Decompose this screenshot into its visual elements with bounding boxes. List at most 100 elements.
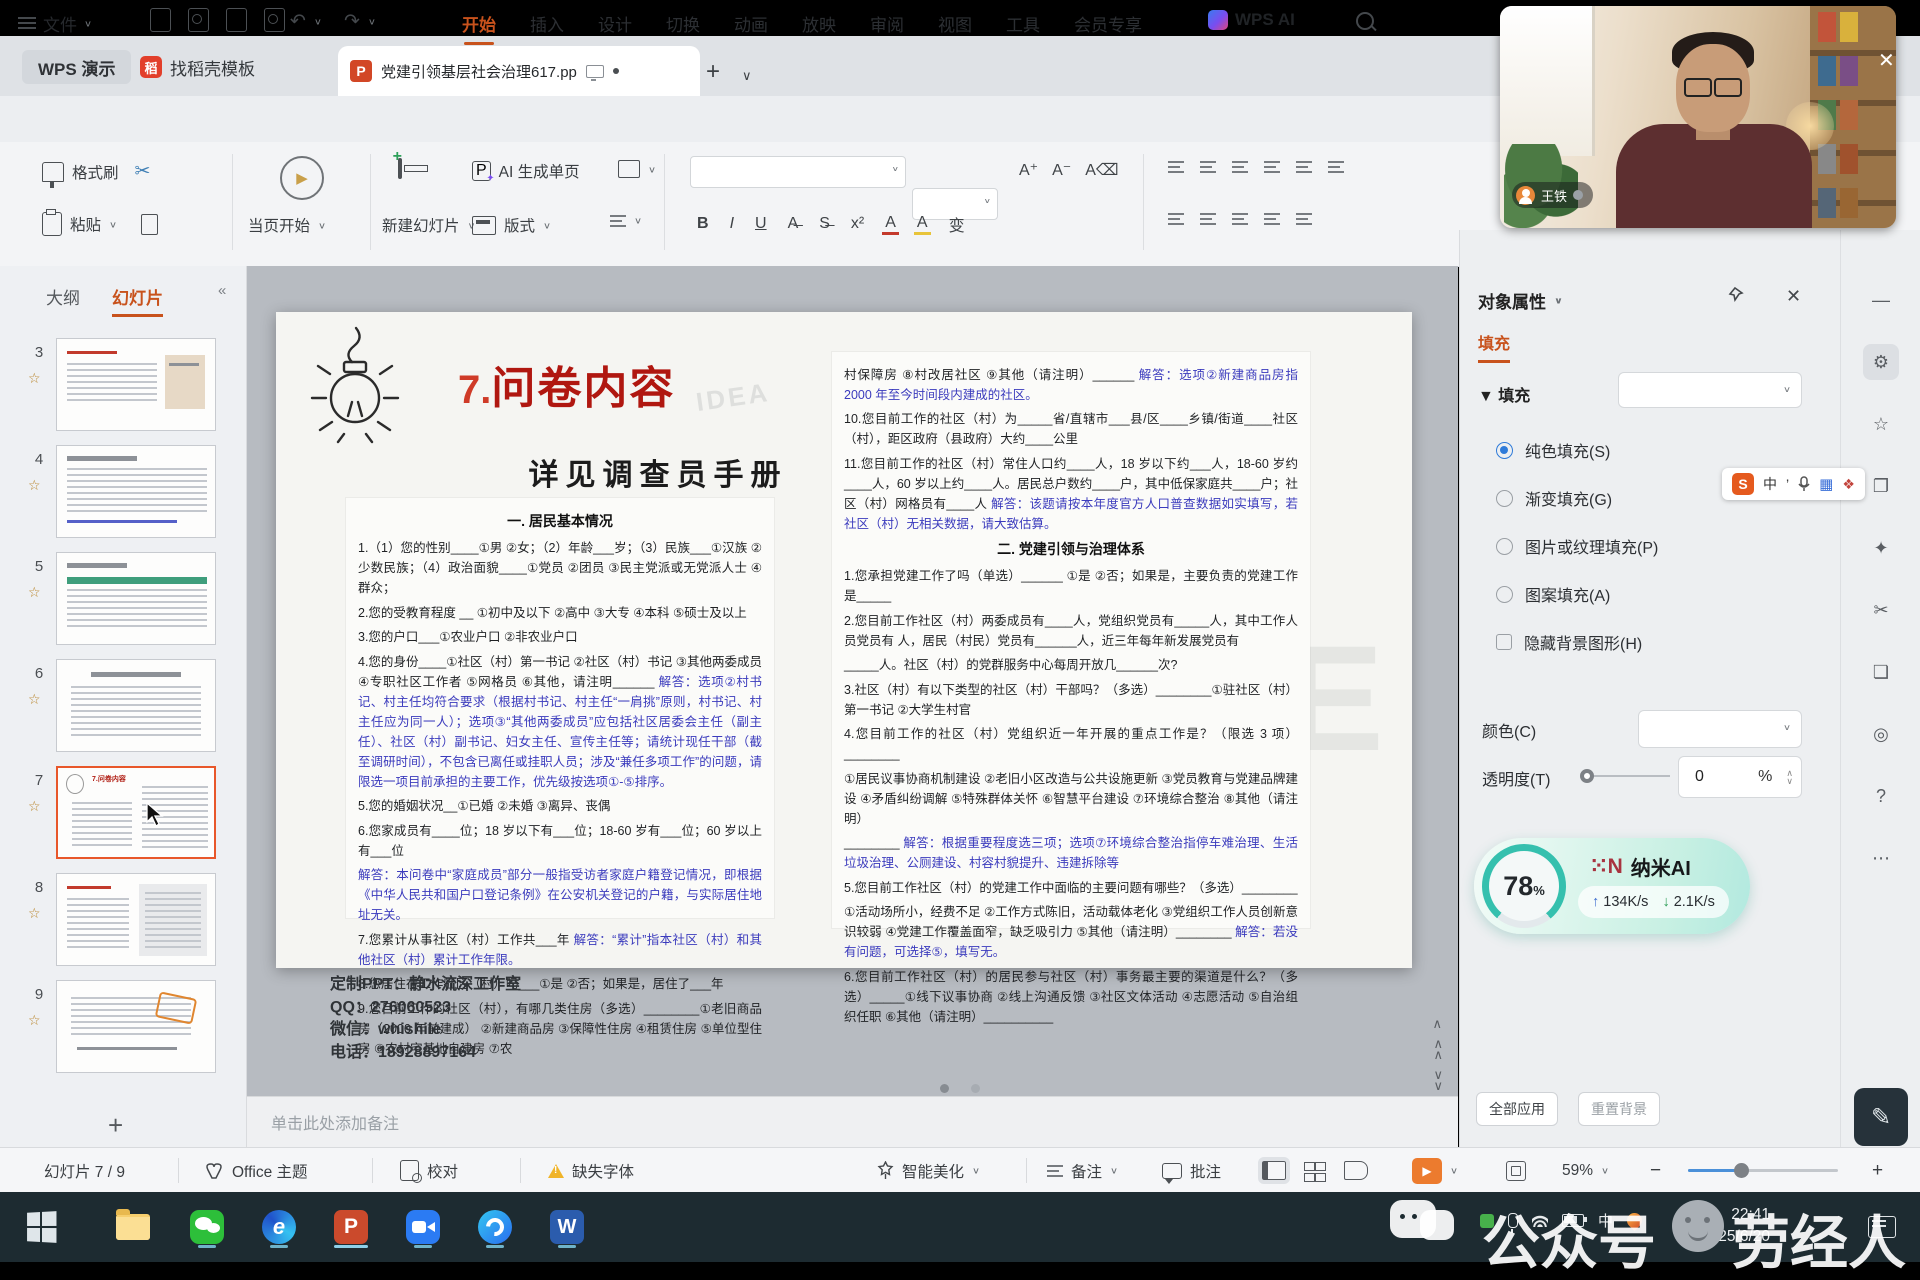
highlight-color-icon[interactable]: A — [914, 214, 931, 235]
file-menu-button[interactable]: 文件 ∨ — [18, 8, 92, 38]
find-icon[interactable]: ◎ — [1863, 716, 1899, 752]
new-tab-button[interactable]: + — [706, 62, 720, 82]
indent-icon[interactable] — [1264, 160, 1280, 173]
collapse-panel-icon[interactable]: « — [218, 282, 226, 299]
fill-section-header[interactable]: ▼ 填充 — [1478, 382, 1530, 406]
strikethrough-icon[interactable]: A̶ — [785, 215, 802, 233]
app-tab[interactable]: WPS 演示 — [22, 50, 131, 84]
fill-option-4[interactable]: 图案填充(A) — [1496, 582, 1610, 606]
align-left-icon[interactable] — [1168, 212, 1184, 225]
distribute-icon[interactable] — [1296, 212, 1312, 225]
cut-icon[interactable]: ✂ — [135, 160, 151, 183]
taskbar-powerpoint-icon[interactable]: P — [330, 1206, 372, 1248]
color-dropdown[interactable]: ∨ — [1638, 710, 1802, 748]
menu-item-会员专享[interactable]: 会员专享 — [1074, 11, 1142, 36]
taskbar-explorer-icon[interactable] — [112, 1206, 154, 1248]
taskbar-edge-icon[interactable]: e — [258, 1206, 300, 1248]
menu-item-切换[interactable]: 切换 — [666, 11, 700, 36]
slide-7[interactable]: 7.问卷内容 详见调查员手册 IDEA E 一. 居民基本情况1.（1）您的性别… — [276, 312, 1412, 968]
apply-all-button[interactable]: 全部应用 — [1476, 1092, 1558, 1126]
wps-ai-button[interactable]: WPS AI — [1208, 10, 1295, 30]
transparency-spinner[interactable]: 0 % ∧∨ — [1678, 756, 1802, 798]
keyboard-icon[interactable]: ▦ — [1819, 475, 1833, 493]
print-icon[interactable] — [226, 8, 247, 32]
document-tab[interactable]: P 党建引领基层社会治理617.pp — [338, 46, 700, 96]
clipboard-icon[interactable]: ❐ — [1863, 468, 1899, 504]
minimize-icon[interactable]: — — [1863, 282, 1899, 318]
zoom-slider[interactable] — [1688, 1148, 1838, 1193]
underline-icon[interactable]: U — [752, 215, 770, 233]
fill-option-2[interactable]: 渐变填充(G) — [1496, 486, 1612, 510]
fill-option-1[interactable]: 纯色填充(S) — [1496, 438, 1610, 462]
notes-bar[interactable]: 单击此处添加备注 — [247, 1096, 1458, 1147]
fill-preset-dropdown[interactable]: ∨ — [1618, 372, 1802, 408]
shadow-icon[interactable]: S̶ — [816, 215, 833, 233]
menu-item-放映[interactable]: 放映 — [802, 11, 836, 36]
mic-icon[interactable] — [1798, 476, 1810, 492]
layout-button[interactable]: 版式∨ — [472, 214, 551, 236]
align-right-icon[interactable] — [1232, 212, 1248, 225]
save-icon[interactable] — [150, 8, 171, 32]
fill-option-5[interactable]: 隐藏背景图形(H) — [1496, 630, 1642, 654]
slide-thumbnail-4[interactable] — [56, 445, 216, 538]
close-panel-icon[interactable]: ✕ — [1786, 286, 1801, 307]
theme-button[interactable]: Office 主题 — [204, 1148, 308, 1193]
menu-item-动画[interactable]: 动画 — [734, 11, 768, 36]
fit-slide-button[interactable] — [1506, 1148, 1526, 1193]
spin-down-icon[interactable]: ∨ — [1786, 777, 1793, 785]
taskbar-quark-icon[interactable] — [474, 1206, 516, 1248]
zoom-out-button[interactable]: − — [1650, 1148, 1661, 1193]
handwriting-input-button[interactable]: ✎ — [1854, 1088, 1908, 1146]
panel-tab-大纲[interactable]: 大纲 — [46, 284, 80, 309]
close-icon[interactable]: ✕ — [1878, 48, 1895, 73]
pinyin-icon[interactable]: 变 — [946, 212, 968, 236]
justify-icon[interactable] — [1264, 212, 1280, 225]
proofing-button[interactable]: 校对 — [400, 1148, 458, 1193]
docer-tab[interactable]: 稻 找稻壳模板 — [140, 50, 255, 84]
numbered-list-icon[interactable] — [1200, 160, 1216, 173]
add-slide-button[interactable]: + — [108, 1110, 123, 1141]
help-icon[interactable]: ? — [1863, 778, 1899, 814]
menu-item-审阅[interactable]: 审阅 — [870, 11, 904, 36]
slide-thumbnail-8[interactable] — [56, 873, 216, 966]
menu-item-插入[interactable]: 插入 — [530, 11, 564, 36]
reset-background-button[interactable]: 重置背景 — [1578, 1092, 1660, 1126]
ime-tools-icon[interactable]: ❖ — [1842, 476, 1855, 493]
zoom-in-button[interactable]: + — [1872, 1148, 1883, 1193]
text-columns-icon[interactable] — [1328, 160, 1344, 173]
new-slide-icon[interactable] — [398, 160, 402, 178]
smart-tools-icon[interactable]: ✦ — [1863, 530, 1899, 566]
panel-tab-幻灯片[interactable]: 幻灯片 — [112, 284, 163, 309]
undo-icon[interactable]: ↶ — [290, 10, 306, 33]
clear-format-icon[interactable]: A⌫ — [1082, 160, 1121, 180]
outline-level-button[interactable]: ∨ — [610, 214, 642, 227]
bold-icon[interactable]: B — [694, 215, 712, 233]
smart-beautify-button[interactable]: 智能美化∨ — [877, 1148, 980, 1193]
slide-thumbnail-3[interactable] — [56, 338, 216, 431]
next-slide-icon[interactable]: ∨∨ — [1432, 1069, 1442, 1091]
reading-view-icon[interactable] — [1344, 1161, 1368, 1180]
menu-item-视图[interactable]: 视图 — [938, 11, 972, 36]
from-template-button[interactable]: ∨ — [618, 160, 656, 178]
scroll-up-icon[interactable]: ∧ — [1432, 1018, 1442, 1029]
play-from-current-button[interactable]: 当页开始∨ — [248, 214, 326, 236]
taskbar-word-icon[interactable]: W — [546, 1206, 588, 1248]
align-center-icon[interactable] — [1200, 212, 1216, 225]
notes-button[interactable]: 备注∨ — [1047, 1148, 1118, 1193]
menu-item-工具[interactable]: 工具 — [1006, 11, 1040, 36]
fill-tab[interactable]: 填充 — [1478, 330, 1510, 363]
slideshow-button[interactable]: ▶∨ — [1412, 1148, 1458, 1193]
output-icon[interactable] — [188, 8, 209, 32]
decrease-font-icon[interactable]: A⁻ — [1049, 160, 1074, 180]
taskbar-meeting-icon[interactable] — [402, 1206, 444, 1248]
cut-assist-icon[interactable]: ✂ — [1863, 592, 1899, 628]
search-icon[interactable] — [1356, 12, 1374, 30]
copy-icon[interactable] — [141, 214, 158, 235]
object-properties-icon[interactable]: ⚙ — [1863, 344, 1899, 380]
taskbar-start-icon[interactable] — [20, 1206, 62, 1248]
superscript-icon[interactable]: x² — [848, 215, 867, 233]
zoom-level[interactable]: 59%∨ — [1562, 1148, 1609, 1193]
increase-font-icon[interactable]: A⁺ — [1016, 160, 1041, 180]
font-color-icon[interactable]: A — [882, 214, 899, 235]
menu-item-开始[interactable]: 开始 — [462, 11, 496, 36]
